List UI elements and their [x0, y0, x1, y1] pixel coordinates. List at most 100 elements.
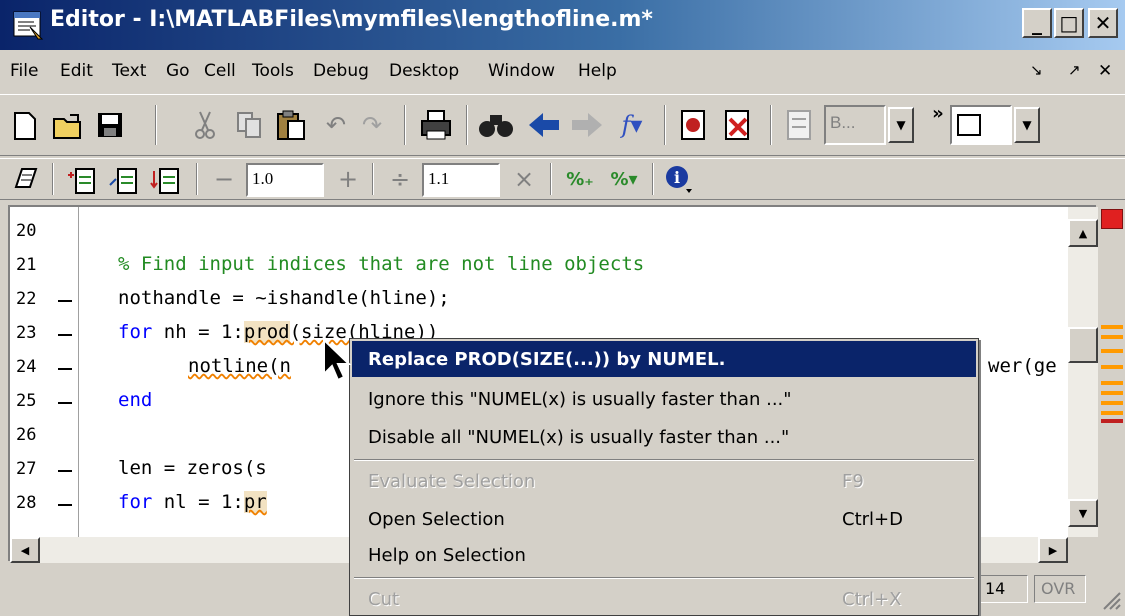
- new-file-icon[interactable]: [12, 111, 38, 141]
- code-line-24[interactable]: notline(n: [188, 355, 291, 377]
- breakpoint-slot[interactable]: [58, 470, 72, 472]
- mlint-message-bar[interactable]: [1098, 205, 1125, 561]
- open-folder-icon[interactable]: [52, 111, 84, 141]
- breakpoint-slot[interactable]: [58, 402, 72, 404]
- menu-item-evaluate-selection[interactable]: Evaluate Selection F9: [352, 463, 976, 499]
- divide-value-field[interactable]: 1.1: [422, 163, 500, 197]
- scroll-left-arrow-icon[interactable]: ◀: [10, 537, 40, 563]
- toolbar-overflow-icon[interactable]: »: [928, 101, 948, 125]
- set-breakpoint-icon[interactable]: [678, 109, 708, 141]
- forward-icon[interactable]: [570, 111, 604, 139]
- code-line-25[interactable]: end: [118, 389, 152, 411]
- insert-cell-icon[interactable]: [108, 165, 140, 195]
- menu-file[interactable]: File: [10, 61, 38, 81]
- back-icon[interactable]: [527, 111, 561, 139]
- resize-grip-icon[interactable]: [1100, 589, 1122, 611]
- divide-button[interactable]: ÷: [388, 163, 412, 195]
- menu-item-replace-numel[interactable]: Replace PROD(SIZE(...)) by NUMEL.: [352, 341, 976, 377]
- menu-item-disable-all-warning[interactable]: Disable all "NUMEL(x) is usually faster …: [352, 419, 976, 455]
- menu-cell[interactable]: Cell: [204, 61, 236, 81]
- warning-marker[interactable]: [1101, 411, 1123, 415]
- scroll-down-arrow-icon[interactable]: ▼: [1068, 499, 1098, 527]
- menu-tools[interactable]: Tools: [252, 61, 294, 81]
- warning-marker[interactable]: [1101, 335, 1123, 339]
- error-marker[interactable]: [1101, 419, 1123, 423]
- menu-item-help-on-selection[interactable]: Help on Selection: [352, 537, 976, 573]
- stack-combo[interactable]: B...: [824, 105, 886, 145]
- paste-icon[interactable]: [276, 109, 306, 141]
- code-line-22[interactable]: nothandle = ~ishandle(hline);: [118, 287, 450, 309]
- function-icon[interactable]: f▾: [614, 107, 650, 143]
- find-icon[interactable]: [478, 111, 514, 139]
- title-bar[interactable]: Editor - I:\MATLABFiles\mymfiles\lengtho…: [0, 0, 1125, 50]
- percent-add-icon[interactable]: %₊: [562, 163, 598, 195]
- code-line-27[interactable]: len = zeros(s: [118, 457, 267, 479]
- warning-marker[interactable]: [1101, 391, 1123, 395]
- minimize-button[interactable]: _: [1022, 8, 1052, 38]
- multiply-button[interactable]: ×: [512, 163, 536, 195]
- menu-item-label: Ignore this "NUMEL(x) is usually faster …: [368, 388, 792, 410]
- menu-item-open-selection[interactable]: Open Selection Ctrl+D: [352, 501, 976, 537]
- dock-icon[interactable]: ↗: [1068, 61, 1081, 79]
- warning-marker[interactable]: [1101, 401, 1123, 405]
- info-icon[interactable]: i: [664, 163, 694, 195]
- code-text: notline(n: [188, 355, 291, 377]
- step-icon[interactable]: [784, 109, 814, 141]
- menu-item-cut[interactable]: Cut Ctrl+X: [352, 581, 976, 616]
- svg-text:i: i: [674, 168, 680, 187]
- code-text: nh = 1:: [152, 321, 244, 343]
- vertical-scrollbar[interactable]: ▲ ▼: [1068, 207, 1098, 543]
- warning-marker[interactable]: [1101, 349, 1123, 353]
- stack-combo-dropdown[interactable]: ▼: [888, 107, 914, 143]
- menu-edit[interactable]: Edit: [60, 61, 93, 81]
- mlint-warning-highlight[interactable]: pr: [243, 491, 267, 513]
- maximize-button[interactable]: □: [1054, 8, 1084, 38]
- menu-help[interactable]: Help: [578, 61, 617, 81]
- increment-button[interactable]: +: [336, 163, 360, 195]
- keyword-for: for: [118, 491, 153, 513]
- toolbar-separator: [770, 105, 772, 145]
- menu-debug[interactable]: Debug: [313, 61, 369, 81]
- scroll-right-arrow-icon[interactable]: ▶: [1038, 537, 1068, 563]
- menu-desktop[interactable]: Desktop: [389, 61, 459, 81]
- layout-combo-dropdown[interactable]: ▼: [1014, 107, 1040, 143]
- breakpoint-slot[interactable]: [58, 504, 72, 506]
- layout-combo[interactable]: [950, 105, 1012, 145]
- menu-item-ignore-warning[interactable]: Ignore this "NUMEL(x) is usually faster …: [352, 381, 976, 417]
- scroll-up-arrow-icon[interactable]: ▲: [1068, 219, 1098, 247]
- print-icon[interactable]: [420, 109, 452, 141]
- menu-go[interactable]: Go: [166, 61, 190, 81]
- mlint-warning-highlight[interactable]: prod: [243, 321, 290, 343]
- undock-icon[interactable]: ↘: [1030, 61, 1043, 79]
- decrement-button[interactable]: −: [212, 163, 236, 195]
- toolbar-separator: [52, 163, 54, 195]
- warning-marker[interactable]: [1101, 325, 1123, 329]
- menu-window[interactable]: Window: [488, 61, 555, 81]
- percent-remove-icon[interactable]: %▾: [606, 163, 642, 195]
- menu-item-label: Help on Selection: [368, 544, 526, 566]
- cell-break-icon[interactable]: [150, 165, 182, 195]
- undo-icon[interactable]: ↶: [322, 109, 350, 141]
- overwrite-mode-indicator: OVR: [1034, 575, 1086, 603]
- cell-evaluate-icon[interactable]: [66, 165, 98, 195]
- code-line-24-tail[interactable]: wer(ge: [988, 355, 1057, 377]
- breakpoint-slot[interactable]: [58, 300, 72, 302]
- code-line-21[interactable]: % Find input indices that are not line o…: [118, 253, 644, 275]
- cut-icon[interactable]: [194, 109, 216, 141]
- decrement-value-field[interactable]: 1.0: [246, 163, 324, 197]
- redo-icon[interactable]: ↷: [358, 109, 386, 141]
- menu-text[interactable]: Text: [112, 61, 146, 81]
- breakpoint-slot[interactable]: [58, 368, 72, 370]
- cell-mode-icon[interactable]: [12, 165, 38, 193]
- close-document-icon[interactable]: ✕: [1098, 61, 1112, 81]
- warning-marker[interactable]: [1101, 381, 1123, 385]
- breakpoint-slot[interactable]: [58, 334, 72, 336]
- clear-breakpoint-icon[interactable]: [722, 109, 754, 141]
- error-status-indicator[interactable]: [1101, 209, 1123, 229]
- save-icon[interactable]: [96, 111, 124, 139]
- code-line-28[interactable]: for nl = 1:pr: [118, 491, 267, 513]
- warning-marker[interactable]: [1101, 365, 1123, 369]
- close-button[interactable]: ✕: [1088, 8, 1118, 38]
- scroll-thumb[interactable]: [1068, 327, 1098, 363]
- copy-icon[interactable]: [236, 111, 264, 139]
